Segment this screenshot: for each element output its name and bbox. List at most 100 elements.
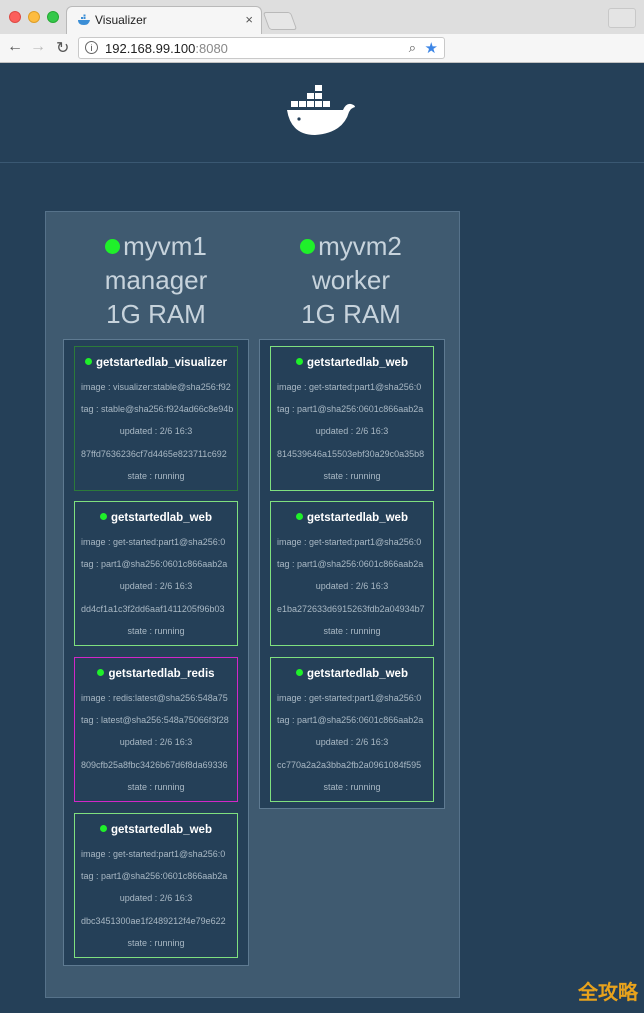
task-state: state : running [323,471,381,481]
watermark: 全攻略 [578,980,638,1004]
minimize-traffic-light-icon[interactable] [28,11,40,23]
task-tag: tag : part1@sha256:0601c866aab2a [81,871,228,881]
task-card[interactable]: getstartedlab_redis image : redis:latest… [74,657,238,802]
task-card[interactable]: getstartedlab_web image : get-started:pa… [270,346,434,491]
node-ram: 1G RAM [301,299,401,329]
task-state: state : running [323,626,381,636]
address-bar[interactable]: i 192.168.99.100:8080 ⌕ ★ [78,37,445,59]
browser-toolbar: ← → ↻ i 192.168.99.100:8080 ⌕ ★ [0,34,644,63]
task-id: dbc3451300ae1f2489212f4e79e622 [81,916,226,926]
task-status-dot [296,513,303,520]
task-name-line: getstartedlab_redis [75,668,237,680]
task-card[interactable]: getstartedlab_web image : get-started:pa… [270,657,434,802]
node-name-line: myvm2 [257,229,445,263]
whale-favicon-icon [78,14,90,25]
url-port: :8080 [195,41,228,56]
task-tag: tag : part1@sha256:0601c866aab2a [277,715,424,725]
task-state: state : running [127,471,185,481]
task-image: image : get-started:part1@sha256:0 [81,849,226,859]
node-header-myvm2: myvm2 worker 1G RAM [257,229,445,331]
task-state: state : running [323,782,381,792]
task-updated: updated : 2/6 16:3 [119,737,193,747]
new-tab-button[interactable] [262,12,298,30]
task-status-dot [100,513,107,520]
info-icon[interactable]: i [85,41,98,54]
tab-title: Visualizer [95,13,147,27]
node-status-dot [105,239,121,254]
swarm-panel: myvm1 manager 1G RAM myvm2 worker 1G RAM… [45,211,460,998]
bookmark-star-icon[interactable]: ★ [425,39,438,57]
app-header [0,63,644,163]
task-card[interactable]: getstartedlab_web image : get-started:pa… [74,813,238,958]
task-name: getstartedlab_web [307,512,408,524]
task-tag: tag : part1@sha256:0601c866aab2a [277,559,424,569]
task-id: 814539646a15503ebf30a29c0a35b8 [277,449,425,459]
forward-arrow-icon[interactable]: → [30,38,46,56]
task-name-line: getstartedlab_web [75,824,237,836]
task-image: image : redis:latest@sha256:548a75 [81,693,228,703]
task-image: image : get-started:part1@sha256:0 [277,382,422,392]
task-tag: tag : latest@sha256:548a75066f3f28 [81,715,229,725]
task-name: getstartedlab_web [111,824,212,836]
task-id: 87ffd7636236cf7d4465e823711c692 [81,449,227,459]
task-image: image : get-started:part1@sha256:0 [277,537,422,547]
node-column-myvm2: getstartedlab_web image : get-started:pa… [259,339,445,809]
task-tag: tag : part1@sha256:0601c866aab2a [81,559,228,569]
docker-whale-logo-icon [287,85,355,135]
task-card[interactable]: getstartedlab_visualizer image : visuali… [74,346,238,491]
task-image: image : visualizer:stable@sha256:f92 [81,382,231,392]
task-card[interactable]: getstartedlab_web image : get-started:pa… [270,501,434,646]
browser-tab-bar: Visualizer × [0,0,644,35]
task-updated: updated : 2/6 16:3 [315,737,389,747]
node-name: myvm2 [318,231,402,261]
task-name: getstartedlab_redis [108,668,215,680]
task-id: 809cfb25a8fbc3426b67d6f8da69336 [81,760,228,770]
reload-icon[interactable]: ↻ [56,38,69,58]
node-name-line: myvm1 [62,229,250,263]
task-name: getstartedlab_web [111,512,212,524]
task-card[interactable]: getstartedlab_web image : get-started:pa… [74,501,238,646]
url-text: 192.168.99.100:8080 [105,41,228,56]
task-status-dot [100,825,107,832]
url-host: 192.168.99.100 [105,41,196,56]
task-status-dot [296,669,303,676]
task-status-dot [84,358,92,365]
maximize-traffic-light-icon[interactable] [47,11,59,23]
back-arrow-icon[interactable]: ← [7,38,23,56]
task-state: state : running [127,938,185,948]
task-id: cc770a2a2a3bba2fb2a0961084f595 [277,760,422,770]
tab-close-icon[interactable]: × [245,12,253,27]
task-name-line: getstartedlab_visualizer [75,357,237,369]
task-name-line: getstartedlab_web [271,668,433,680]
node-name: myvm1 [123,231,207,261]
browser-tab-visualizer[interactable]: Visualizer × [66,6,262,34]
close-traffic-light-icon[interactable] [9,11,21,23]
task-state: state : running [127,626,185,636]
task-state: state : running [127,782,185,792]
task-updated: updated : 2/6 16:3 [119,426,193,436]
task-image: image : get-started:part1@sha256:0 [81,537,226,547]
node-ram: 1G RAM [106,299,206,329]
task-updated: updated : 2/6 16:3 [119,581,193,591]
zoom-icon[interactable]: ⌕ [409,40,416,56]
task-updated: updated : 2/6 16:3 [315,426,389,436]
task-status-dot [97,669,105,676]
task-updated: updated : 2/6 16:3 [315,581,389,591]
node-header-myvm1: myvm1 manager 1G RAM [62,229,250,331]
task-id: dd4cf1a1c3f2dd6aaf1411205f96b03 [81,604,225,614]
task-name: getstartedlab_web [307,668,408,680]
node-status-dot [300,239,316,254]
task-id: e1ba272633d6915263fdb2a04934b7 [277,604,425,614]
task-name: getstartedlab_visualizer [95,357,228,369]
task-name-line: getstartedlab_web [271,357,433,369]
profile-icon[interactable] [608,8,636,28]
task-tag: tag : stable@sha256:f924ad66c8e94b [81,404,234,414]
task-image: image : get-started:part1@sha256:0 [277,693,422,703]
task-updated: updated : 2/6 16:3 [119,893,193,903]
task-status-dot [296,358,303,365]
task-name-line: getstartedlab_web [75,512,237,524]
node-role: worker [311,265,390,295]
task-name: getstartedlab_web [307,357,408,369]
node-column-myvm1: getstartedlab_visualizer image : visuali… [63,339,249,966]
node-role: manager [104,265,208,295]
